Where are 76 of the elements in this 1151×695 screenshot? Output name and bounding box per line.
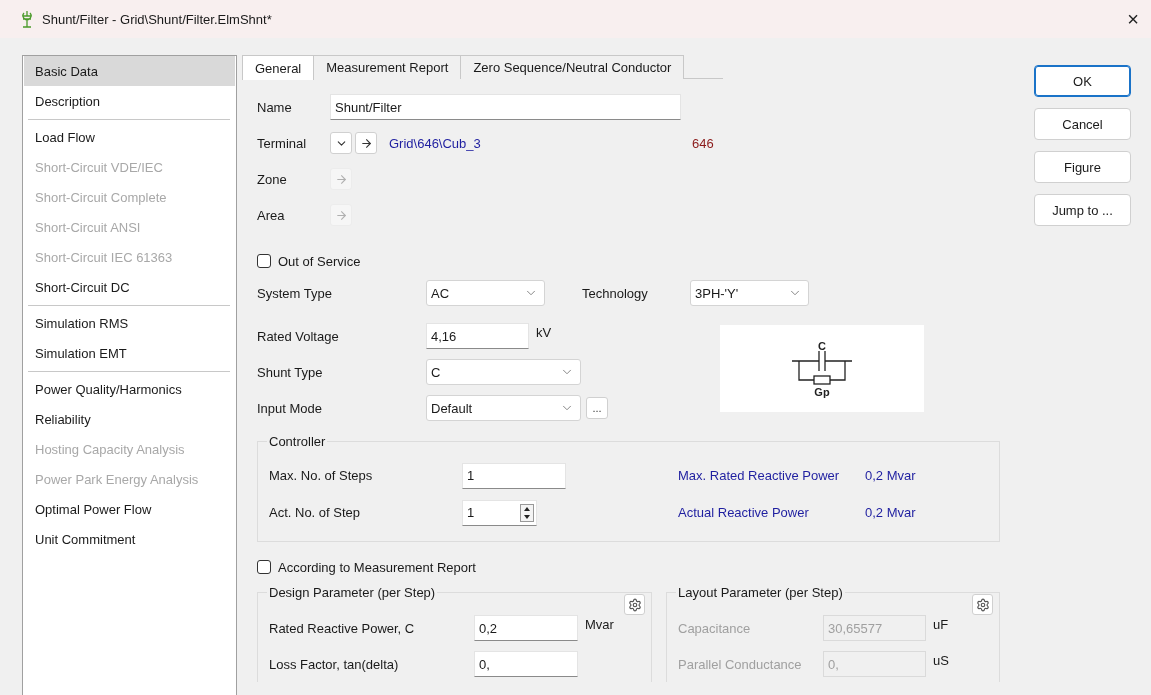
node-label: 646 — [692, 135, 714, 151]
dropdown-button[interactable] — [330, 132, 352, 154]
readout-label: Max. Rated Reactive Power — [678, 468, 841, 483]
readout-label: Actual Reactive Power — [678, 505, 810, 520]
field-label: Name — [257, 99, 293, 115]
sidebar-item[interactable]: Simulation EMT — [24, 338, 235, 368]
input-field[interactable]: 0,2 — [474, 615, 578, 641]
tab[interactable]: General — [242, 55, 315, 80]
sidebar-item[interactable]: Unit Commitment — [24, 524, 235, 554]
dialog-button[interactable]: Cancel — [1034, 108, 1131, 140]
group-title: Design Parameter (per Step) — [268, 585, 437, 600]
arrow-icon — [359, 136, 373, 150]
input-field[interactable]: 4,16 — [426, 323, 529, 349]
gear-icon — [975, 597, 990, 612]
group-title: Layout Parameter (per Step) — [677, 585, 844, 600]
terminal-link[interactable]: Grid\646\Cub_3 — [389, 135, 692, 151]
unit-label: Mvar — [585, 617, 614, 632]
field-label: System Type — [257, 285, 333, 301]
tab[interactable]: Zero Sequence/Neutral Conductor — [460, 55, 685, 79]
sidebar-item[interactable]: Power Quality/Harmonics — [24, 374, 235, 404]
arrow-icon — [334, 208, 348, 222]
shunt-icon — [20, 10, 34, 28]
arrow-icon — [334, 172, 348, 186]
sidebar-item[interactable]: Short-Circuit DC — [24, 272, 235, 302]
input-field[interactable]: 0, — [474, 651, 578, 677]
dropdown[interactable]: Default — [426, 395, 581, 421]
capacitor-resistor-drawing — [791, 349, 853, 385]
jump-button[interactable] — [355, 132, 377, 154]
dropdown[interactable]: AC — [426, 280, 545, 306]
sidebar-item[interactable]: Reliability — [24, 404, 235, 434]
group-title: Controller — [268, 434, 327, 449]
field-label: Shunt Type — [257, 364, 324, 380]
field-label: Terminal — [257, 135, 308, 151]
dialog-button[interactable]: Jump to ... — [1034, 194, 1131, 226]
field-label: Technology — [582, 285, 649, 301]
dialog-button[interactable]: OK — [1034, 65, 1131, 97]
field-label: Act. No. of Step — [269, 505, 362, 520]
input-field[interactable]: 1 — [462, 462, 566, 489]
spinner-field[interactable]: 1 — [462, 499, 537, 526]
sidebar-item[interactable]: Basic Data — [24, 56, 235, 86]
sidebar-item[interactable]: Load Flow — [24, 122, 235, 152]
field-label: Capacitance — [678, 620, 752, 636]
close-button[interactable]: × — [1123, 7, 1143, 31]
readout-value: 0,2 Mvar — [865, 505, 916, 520]
gear-icon — [627, 597, 642, 612]
checkbox[interactable] — [257, 254, 271, 268]
field-label: Parallel Conductance — [678, 656, 803, 672]
field-label: Input Mode — [257, 400, 324, 416]
field-label: Zone — [257, 171, 288, 187]
field-label: Loss Factor, tan(delta) — [269, 656, 400, 672]
field-label: Area — [257, 207, 286, 223]
field-label: Max. No. of Steps — [269, 468, 374, 483]
checkbox-label: According to Measurement Report — [278, 559, 476, 575]
unit-label: uF — [933, 617, 949, 632]
diagram-label: Gp — [814, 385, 830, 398]
field-label: Rated Reactive Power, C — [269, 620, 416, 636]
spinner-arrows-icon[interactable] — [520, 503, 534, 522]
sidebar-item[interactable]: Simulation RMS — [24, 308, 235, 338]
dialog-button[interactable]: Figure — [1034, 151, 1131, 183]
tab[interactable]: Measurement Report — [313, 55, 462, 79]
checkbox[interactable] — [257, 560, 271, 574]
checkbox-label: Out of Service — [278, 253, 361, 269]
unit-label: uS — [933, 653, 949, 668]
window-title: Shunt/Filter - Grid\Shunt/Filter.ElmShnt* — [42, 11, 273, 27]
field-label: Rated Voltage — [257, 328, 340, 344]
sidebar-item[interactable]: Optimal Power Flow — [24, 494, 235, 524]
sidebar-item[interactable]: Description — [24, 86, 235, 116]
dropdown[interactable]: 3PH-'Y' — [690, 280, 809, 306]
readout-value: 0,2 Mvar — [865, 468, 916, 483]
unit-label: kV — [536, 325, 552, 340]
more-button[interactable]: ... — [586, 397, 608, 419]
settings-button[interactable] — [624, 594, 645, 615]
diagram-label: C — [818, 339, 826, 352]
settings-button[interactable] — [972, 594, 993, 615]
name-field[interactable]: Shunt/Filter — [330, 94, 681, 120]
dropdown[interactable]: C — [426, 359, 581, 385]
